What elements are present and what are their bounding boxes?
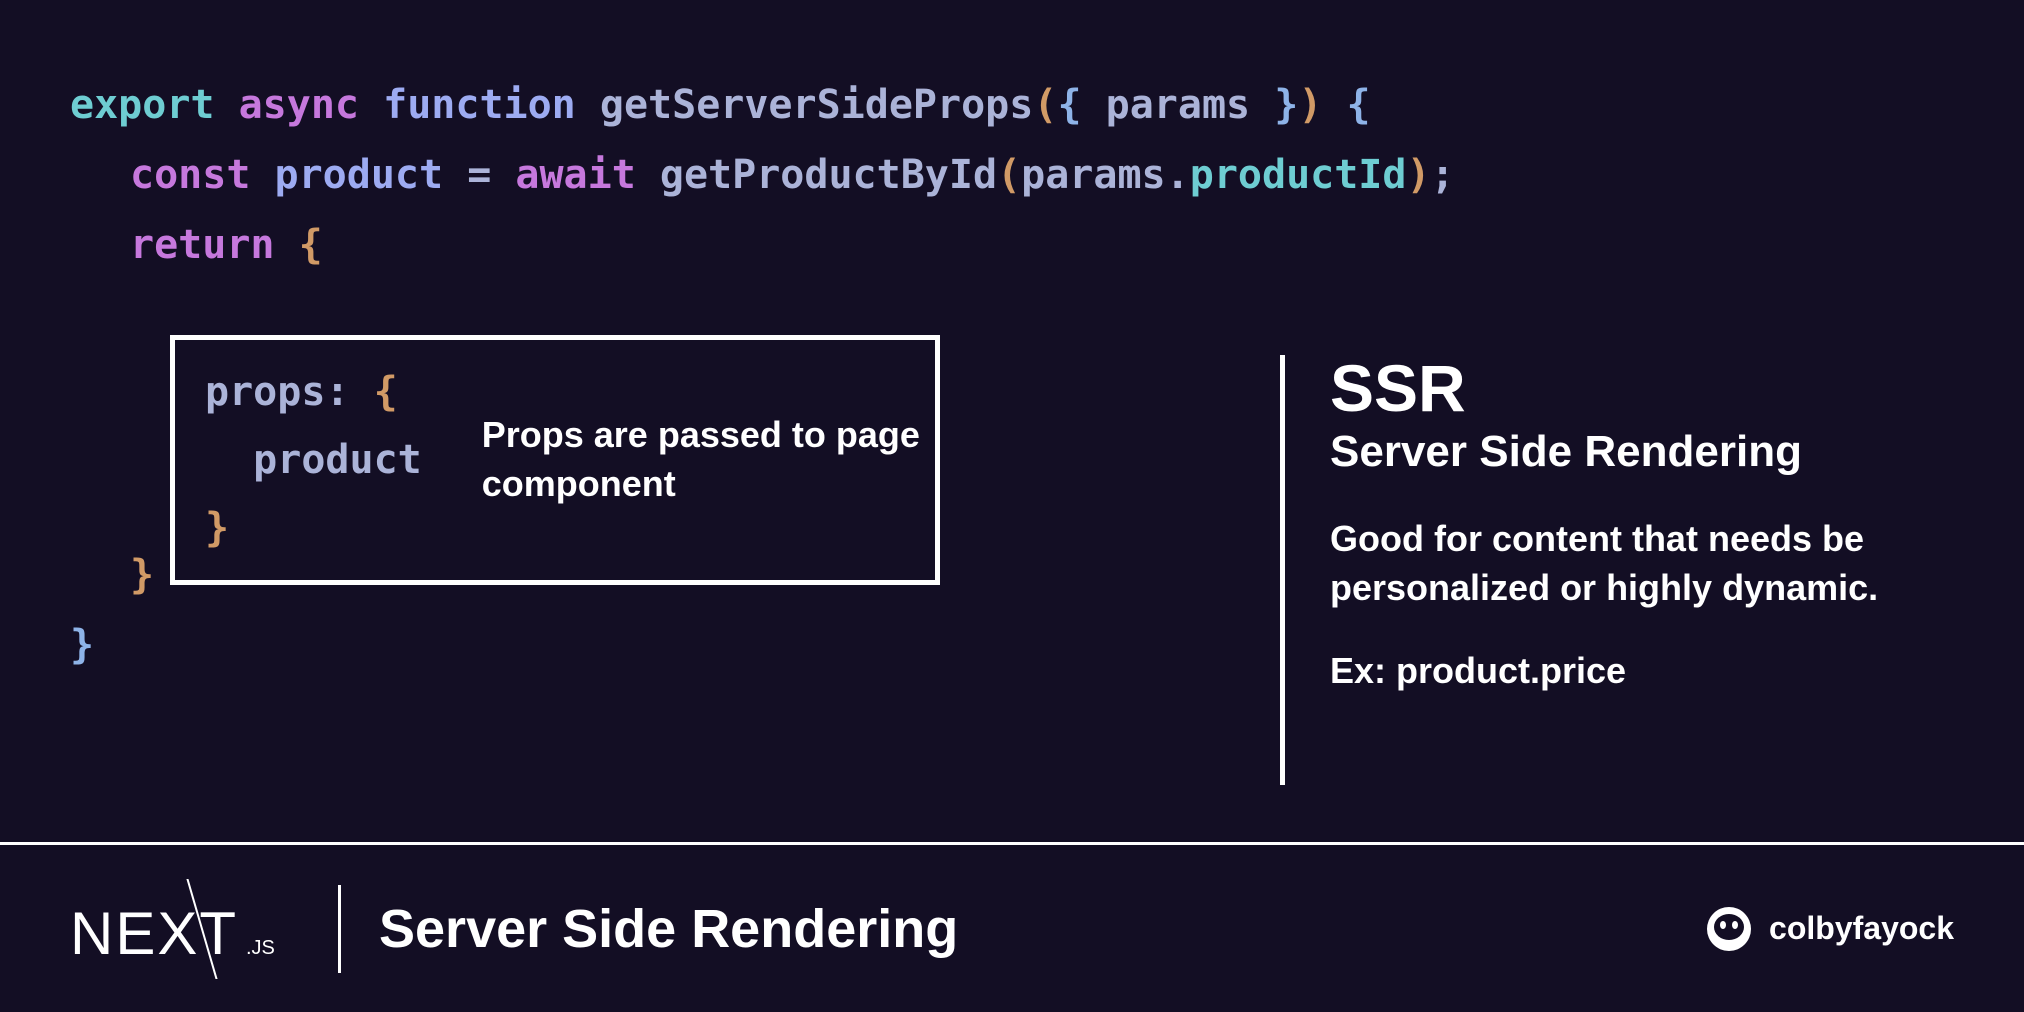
keyword-async: async — [239, 82, 359, 128]
paren-open: ( — [1033, 82, 1057, 128]
call-paren-open: ( — [997, 152, 1021, 198]
fn-body-open: { — [1347, 82, 1371, 128]
code-line-2: const product = await getProductById(par… — [70, 140, 1954, 210]
call-paren-close: ) — [1406, 152, 1430, 198]
ssr-sidebar: SSR Server Side Rendering Good for conte… — [1280, 355, 1970, 785]
function-name: getServerSideProps — [600, 82, 1033, 128]
props-code: props: { product } — [175, 358, 422, 562]
colon: : — [325, 369, 349, 415]
props-callout-box: props: { product } Props are passed to p… — [170, 335, 940, 585]
props-line-2: product — [205, 426, 422, 494]
footer-credit: colbyfayock — [1705, 905, 1954, 953]
props-annotation: Props are passed to page component — [482, 411, 935, 508]
footer-divider — [338, 885, 341, 973]
props-line-1: props: { — [205, 358, 422, 426]
props-line-3: } — [205, 494, 422, 562]
keyword-return: return — [130, 222, 275, 268]
dot-op: . — [1166, 152, 1190, 198]
paren-close: ) — [1298, 82, 1322, 128]
keyword-function: function — [383, 82, 576, 128]
semicolon: ; — [1431, 152, 1455, 198]
brace-open: { — [1057, 82, 1081, 128]
svg-text:.JS: .JS — [246, 937, 275, 959]
function-call: getProductById — [660, 152, 997, 198]
code-line-3: return { — [70, 210, 1954, 280]
code-line-1: export async function getServerSideProps… — [70, 70, 1954, 140]
credit-name: colbyfayock — [1769, 910, 1954, 947]
object-name: params — [1021, 152, 1166, 198]
footer-title: Server Side Rendering — [379, 898, 958, 960]
keyword-export: export — [70, 82, 215, 128]
props-brace-close: } — [205, 505, 229, 551]
nextjs-logo-svg: NEXT .JS — [70, 879, 300, 979]
footer: NEXT .JS Server Side Rendering colbyfayo… — [0, 842, 2024, 1012]
ssr-example: Ex: product.price — [1330, 650, 1970, 692]
props-value: product — [253, 437, 422, 483]
equals-op: = — [467, 152, 491, 198]
return-brace-open: { — [299, 222, 323, 268]
param-name: params — [1106, 82, 1251, 128]
variable-name: product — [275, 152, 444, 198]
svg-text:NEXT: NEXT — [70, 900, 238, 967]
ssr-subheading: Server Side Rendering — [1330, 427, 1970, 477]
astronaut-icon — [1705, 905, 1753, 953]
props-brace-open: { — [374, 369, 398, 415]
member-access: productId — [1190, 152, 1407, 198]
nextjs-logo: NEXT .JS — [70, 879, 300, 979]
keyword-await: await — [515, 152, 635, 198]
ssr-description: Good for content that needs be personali… — [1330, 515, 1970, 612]
return-brace-close: } — [130, 552, 154, 598]
keyword-const: const — [130, 152, 250, 198]
fn-body-close: } — [70, 622, 94, 668]
ssr-heading: SSR — [1330, 355, 1970, 421]
brace-close: } — [1274, 82, 1298, 128]
props-key: props — [205, 369, 325, 415]
